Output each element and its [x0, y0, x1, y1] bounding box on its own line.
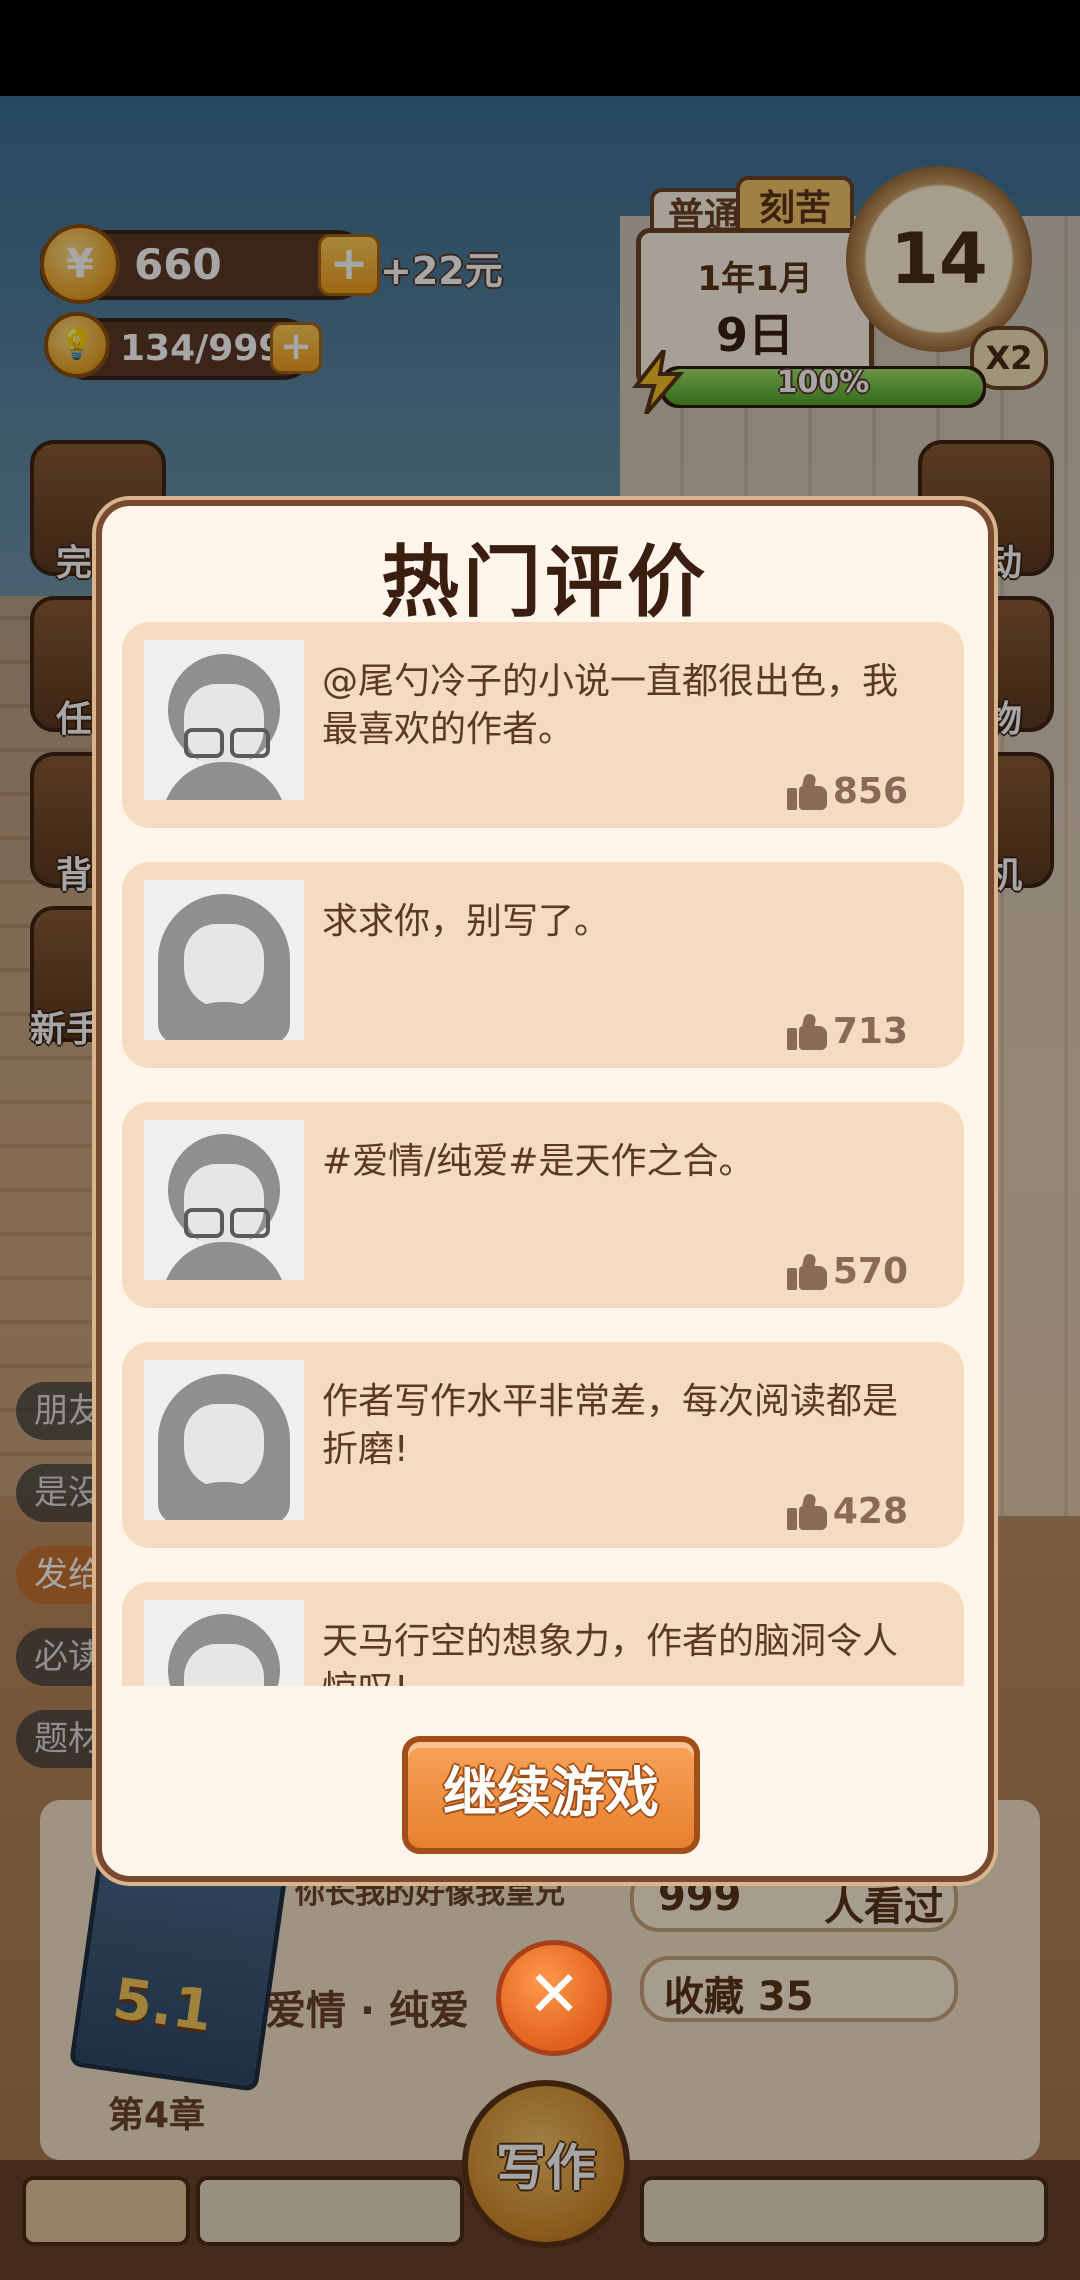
thumbs-up-icon [786, 1012, 827, 1050]
continue-game-button[interactable]: 继续游戏 [402, 1736, 700, 1854]
review-text: 作者写作水平非常差，每次阅读都是折磨! [322, 1381, 899, 1470]
review-text: 天马行空的想象力，作者的脑洞令人惊叹! [322, 1621, 899, 1686]
review-card: @尾勺冷子的小说一直都很出色，我最喜欢的作者。 856 [122, 622, 964, 828]
thumbs-up-icon [786, 1252, 827, 1290]
female-avatar [144, 880, 304, 1040]
like-count: 570 [832, 1251, 908, 1292]
hot-reviews-modal: 热门评价 @尾勺冷子的小说一直都很出色，我最喜欢的作者。 856 求求你，别写了… [96, 500, 994, 1882]
close-icon[interactable]: ✕ [496, 1940, 612, 2056]
review-card: 天马行空的想象力，作者的脑洞令人惊叹! [122, 1582, 964, 1686]
like-button[interactable]: 856 [786, 771, 908, 812]
like-button[interactable]: 713 [786, 1011, 908, 1052]
review-card: #爱情/纯爱#是天作之合。 570 [122, 1102, 964, 1308]
review-text: 求求你，别写了。 [322, 901, 611, 942]
like-count: 856 [832, 771, 908, 812]
thumbs-up-icon [786, 772, 827, 810]
review-list[interactable]: @尾勺冷子的小说一直都很出色，我最喜欢的作者。 856 求求你，别写了。 713… [122, 622, 968, 1686]
review-card: 求求你，别写了。 713 [122, 862, 964, 1068]
modal-title: 热门评价 [380, 538, 709, 628]
like-button[interactable]: 428 [786, 1491, 908, 1532]
like-button[interactable]: 570 [786, 1251, 908, 1292]
male-glasses-avatar [144, 640, 304, 800]
review-text: #爱情/纯爱#是天作之合。 [322, 1141, 755, 1182]
like-count: 428 [832, 1491, 908, 1532]
male-glasses-avatar [144, 1120, 304, 1280]
review-card: 作者写作水平非常差，每次阅读都是折磨! 428 [122, 1342, 964, 1548]
male-glasses-avatar [144, 1600, 304, 1686]
female-avatar [144, 1360, 304, 1520]
thumbs-up-icon [786, 1492, 827, 1530]
like-count: 713 [832, 1011, 908, 1052]
review-text: @尾勺冷子的小说一直都很出色，我最喜欢的作者。 [322, 661, 899, 750]
